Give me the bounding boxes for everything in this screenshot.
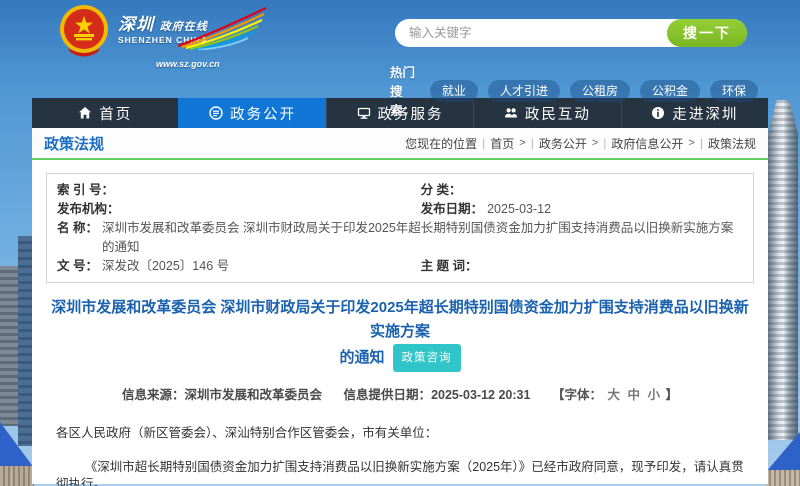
site-url: www.sz.gov.cn: [156, 59, 268, 69]
search-bar: 搜一下: [395, 19, 747, 47]
blue-roof-icon: [766, 432, 800, 472]
font-size-small[interactable]: 小: [645, 388, 662, 402]
content-area: 索 引 号： 分 类： 发布机构： 发布日期： 2025-03-12: [32, 160, 768, 484]
brand-block: 深圳 政府在线 SHENZHEN CHINA www.sz.gov.cn: [118, 10, 268, 69]
table-row: 发布机构： 发布日期： 2025-03-12: [57, 200, 743, 219]
breadcrumb-item-gov-disclosure[interactable]: 政务公开: [539, 135, 587, 152]
skyscraper-icon: [768, 100, 798, 440]
hot-tag-talent[interactable]: 人才引进: [488, 80, 560, 102]
page-title: 政策法规: [44, 133, 104, 154]
provide-date-label: 信息提供日期：: [344, 388, 432, 402]
font-label-close: 】: [665, 388, 678, 402]
table-row: 索 引 号： 分 类：: [57, 181, 743, 200]
site-logo[interactable]: 深圳 政府在线 SHENZHEN CHINA www.sz.gov.cn: [58, 4, 268, 69]
breadcrumb-divider: |: [531, 136, 534, 150]
breadcrumb-separator: >: [688, 137, 694, 149]
meta-label: 分 类：: [421, 181, 462, 200]
meta-publish-date: 发布日期： 2025-03-12: [421, 200, 743, 219]
meta-label: 名 称：: [57, 219, 98, 257]
breadcrumb-location-label: 您现在的位置: [405, 135, 477, 152]
search-button[interactable]: 搜一下: [667, 19, 747, 47]
building-base: [766, 470, 800, 486]
breadcrumb-item-gov-info[interactable]: 政府信息公开: [611, 135, 683, 152]
home-icon: [78, 106, 92, 120]
meta-doc-name: 名 称： 深圳市发展和改革委员会 深圳市财政局关于印发2025年超长期特别国债资…: [57, 219, 743, 257]
nav-item-label: 首页: [99, 103, 132, 124]
article-title-line1: 深圳市发展和改革委员会 深圳市财政局关于印发2025年超长期特别国债资金加力扩围…: [46, 296, 754, 344]
gov-disclosure-icon: [209, 106, 223, 120]
hot-search-label: 热门搜索：: [390, 62, 422, 119]
font-label-open: 【字体：: [552, 388, 602, 402]
source-value: 深圳市发展和改革委员会: [185, 388, 323, 402]
meta-category: 分 类：: [421, 181, 743, 200]
nav-item-gov-disclosure[interactable]: 政务公开: [178, 98, 325, 128]
meta-value: 深圳市发展和改革委员会 深圳市财政局关于印发2025年超长期特别国债资金加力扩围…: [102, 219, 743, 257]
breadcrumb: 您现在的位置 | 首页 > | 政务公开 > | 政府信息公开 > | 政策法规: [405, 135, 756, 152]
hot-tag-jobs[interactable]: 就业: [430, 80, 478, 102]
breadcrumb-divider: |: [603, 136, 606, 150]
breadcrumb-separator: >: [592, 137, 598, 149]
meta-label: 发布日期：: [421, 200, 484, 219]
breadcrumb-separator: >: [519, 137, 525, 149]
meta-keywords: 主 题 词：: [421, 257, 743, 276]
source-label: 信息来源：: [122, 388, 185, 402]
search-input[interactable]: [395, 26, 667, 40]
breadcrumb-divider: |: [700, 136, 703, 150]
blue-roof-icon: [0, 422, 34, 468]
policy-consult-badge[interactable]: 政策咨询: [393, 344, 461, 372]
city-buildings-right: [766, 106, 800, 486]
nav-item-label: 政务公开: [230, 103, 296, 124]
font-size-medium[interactable]: 中: [625, 388, 642, 402]
article-title: 深圳市发展和改革委员会 深圳市财政局关于印发2025年超长期特别国债资金加力扩围…: [46, 296, 754, 372]
article-title-line2: 的通知 政策咨询: [339, 344, 460, 372]
article-title-line2-text: 的通知: [339, 346, 384, 370]
breadcrumb-divider: |: [482, 136, 485, 150]
meta-doc-number: 文 号： 深发改〔2025〕146 号: [57, 257, 421, 276]
meta-value: 2025-03-12: [487, 200, 551, 219]
meta-value: 深发改〔2025〕146 号: [102, 257, 229, 276]
hot-tag-environment[interactable]: 环保: [710, 80, 758, 102]
provide-date-value: 2025-03-12 20:31: [431, 388, 530, 402]
wing-swoosh-icon: [176, 6, 268, 50]
building-base: [0, 466, 34, 486]
breadcrumb-bar: 政策法规 您现在的位置 | 首页 > | 政务公开 > | 政府信息公开 > |…: [32, 128, 768, 160]
site-header: 深圳 政府在线 SHENZHEN CHINA www.sz.gov.cn 搜一下…: [32, 0, 768, 98]
paragraph-main: 《深圳市超长期特别国债资金加力扩围支持消费品以旧换新实施方案（2025年）》已经…: [56, 459, 744, 486]
meta-issuing-agency: 发布机构：: [57, 200, 421, 219]
monitor-icon: [357, 106, 371, 120]
city-buildings-left: [0, 218, 34, 486]
article-info-line: 信息来源：深圳市发展和改革委员会 信息提供日期：2025-03-12 20:31…: [46, 384, 754, 403]
font-size-large[interactable]: 大: [605, 388, 622, 402]
table-row: 文 号： 深发改〔2025〕146 号 主 题 词：: [57, 257, 743, 276]
meta-index-no: 索 引 号：: [57, 181, 421, 200]
nav-item-home[interactable]: 首页: [32, 98, 178, 128]
meta-label: 主 题 词：: [421, 257, 478, 276]
page-panel: 深圳 政府在线 SHENZHEN CHINA www.sz.gov.cn 搜一下…: [32, 0, 768, 486]
hot-search-row: 热门搜索： 就业 人才引进 公租房 公积金 环保: [390, 62, 768, 119]
hot-tag-public-housing[interactable]: 公租房: [570, 80, 630, 102]
article-body: 各区人民政府（新区管委会）、深汕特别合作区管委会，市有关单位： 《深圳市超长期特…: [46, 425, 754, 486]
meta-label: 发布机构：: [57, 200, 120, 219]
meta-label: 索 引 号：: [57, 181, 114, 200]
font-size-control: 【字体： 大 中 小 】: [552, 388, 678, 402]
table-row: 名 称： 深圳市发展和改革委员会 深圳市财政局关于印发2025年超长期特别国债资…: [57, 219, 743, 257]
breadcrumb-item-home[interactable]: 首页: [490, 135, 514, 152]
national-emblem-icon: [58, 4, 110, 58]
paragraph-salutation: 各区人民政府（新区管委会）、深汕特别合作区管委会，市有关单位：: [56, 425, 744, 442]
document-meta-table: 索 引 号： 分 类： 发布机构： 发布日期： 2025-03-12: [46, 173, 754, 283]
breadcrumb-item-policies[interactable]: 政策法规: [708, 135, 756, 152]
hot-tag-provident-fund[interactable]: 公积金: [640, 80, 700, 102]
meta-label: 文 号：: [57, 257, 98, 276]
